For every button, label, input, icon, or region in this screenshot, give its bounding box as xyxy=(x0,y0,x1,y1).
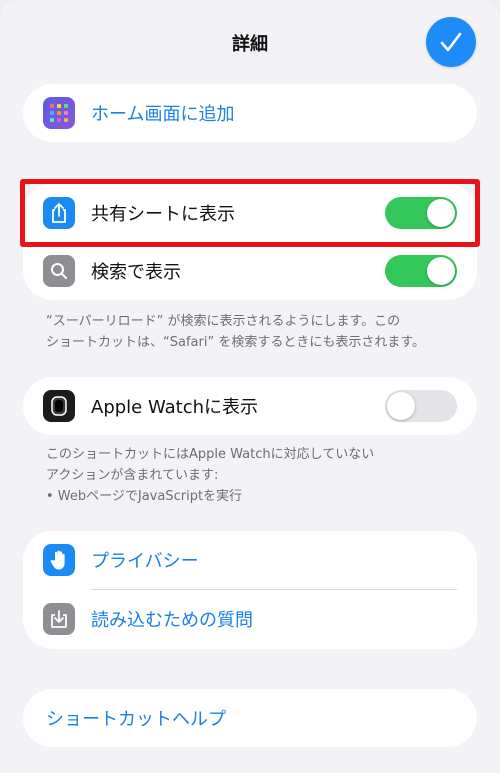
add-home-card: ホーム画面に追加 xyxy=(23,84,477,142)
checkmark-icon xyxy=(440,32,462,52)
apple-watch-label: Apple Watchに表示 xyxy=(91,397,259,418)
search-row: 検索で表示 xyxy=(23,242,477,300)
watch-note-line: アクションが含まれています: xyxy=(46,468,219,483)
watch-card: Apple Watchに表示 xyxy=(23,377,477,435)
page-title: 詳細 xyxy=(232,34,268,55)
apple-watch-toggle[interactable] xyxy=(385,390,457,422)
add-to-home-label: ホーム画面に追加 xyxy=(91,104,235,125)
watch-note-line: このショートカットにはApple Watchに対応していない xyxy=(46,447,375,462)
search-label: 検索で表示 xyxy=(91,262,181,283)
help-card: ショートカットヘルプ xyxy=(23,689,477,747)
search-note: “スーパーリロード” が検索に表示されるようにします。この ショートカットは、“… xyxy=(46,311,456,353)
apple-watch-icon xyxy=(43,390,75,422)
watch-note: このショートカットにはApple Watchに対応していない アクションが含まれ… xyxy=(46,444,456,507)
import-icon xyxy=(43,603,75,635)
watch-note-line: • WebページでJavaScriptを実行 xyxy=(46,489,243,504)
search-note-line: “スーパーリロード” が検索に表示されるようにします。この xyxy=(46,314,401,329)
search-icon xyxy=(43,255,75,287)
hand-icon xyxy=(43,544,75,576)
details-sheet: 詳細 ホーム画面に追加 共有シートに表示 検索で表示 “スーパーリロード” が検… xyxy=(0,0,500,773)
import-questions-label: 読み込むための質問 xyxy=(91,610,253,631)
home-screen-icon xyxy=(43,97,75,129)
shortcut-help-label: ショートカットヘルプ xyxy=(46,709,226,730)
add-to-home-row[interactable]: ホーム画面に追加 xyxy=(23,84,477,142)
search-toggle[interactable] xyxy=(385,255,457,287)
search-note-line: ショートカットは、“Safari” を検索するときにも表示されます。 xyxy=(46,335,426,350)
sheet-header: 詳細 xyxy=(0,0,500,84)
import-questions-row[interactable]: 読み込むための質問 xyxy=(23,590,477,648)
privacy-row[interactable]: プライバシー xyxy=(23,531,477,589)
privacy-label: プライバシー xyxy=(91,551,199,572)
apple-watch-row: Apple Watchに表示 xyxy=(23,377,477,435)
shortcut-help-row[interactable]: ショートカットヘルプ xyxy=(23,689,477,747)
settings-card: プライバシー 読み込むための質問 xyxy=(23,531,477,649)
highlight-box xyxy=(20,179,480,247)
done-button[interactable] xyxy=(426,17,476,67)
